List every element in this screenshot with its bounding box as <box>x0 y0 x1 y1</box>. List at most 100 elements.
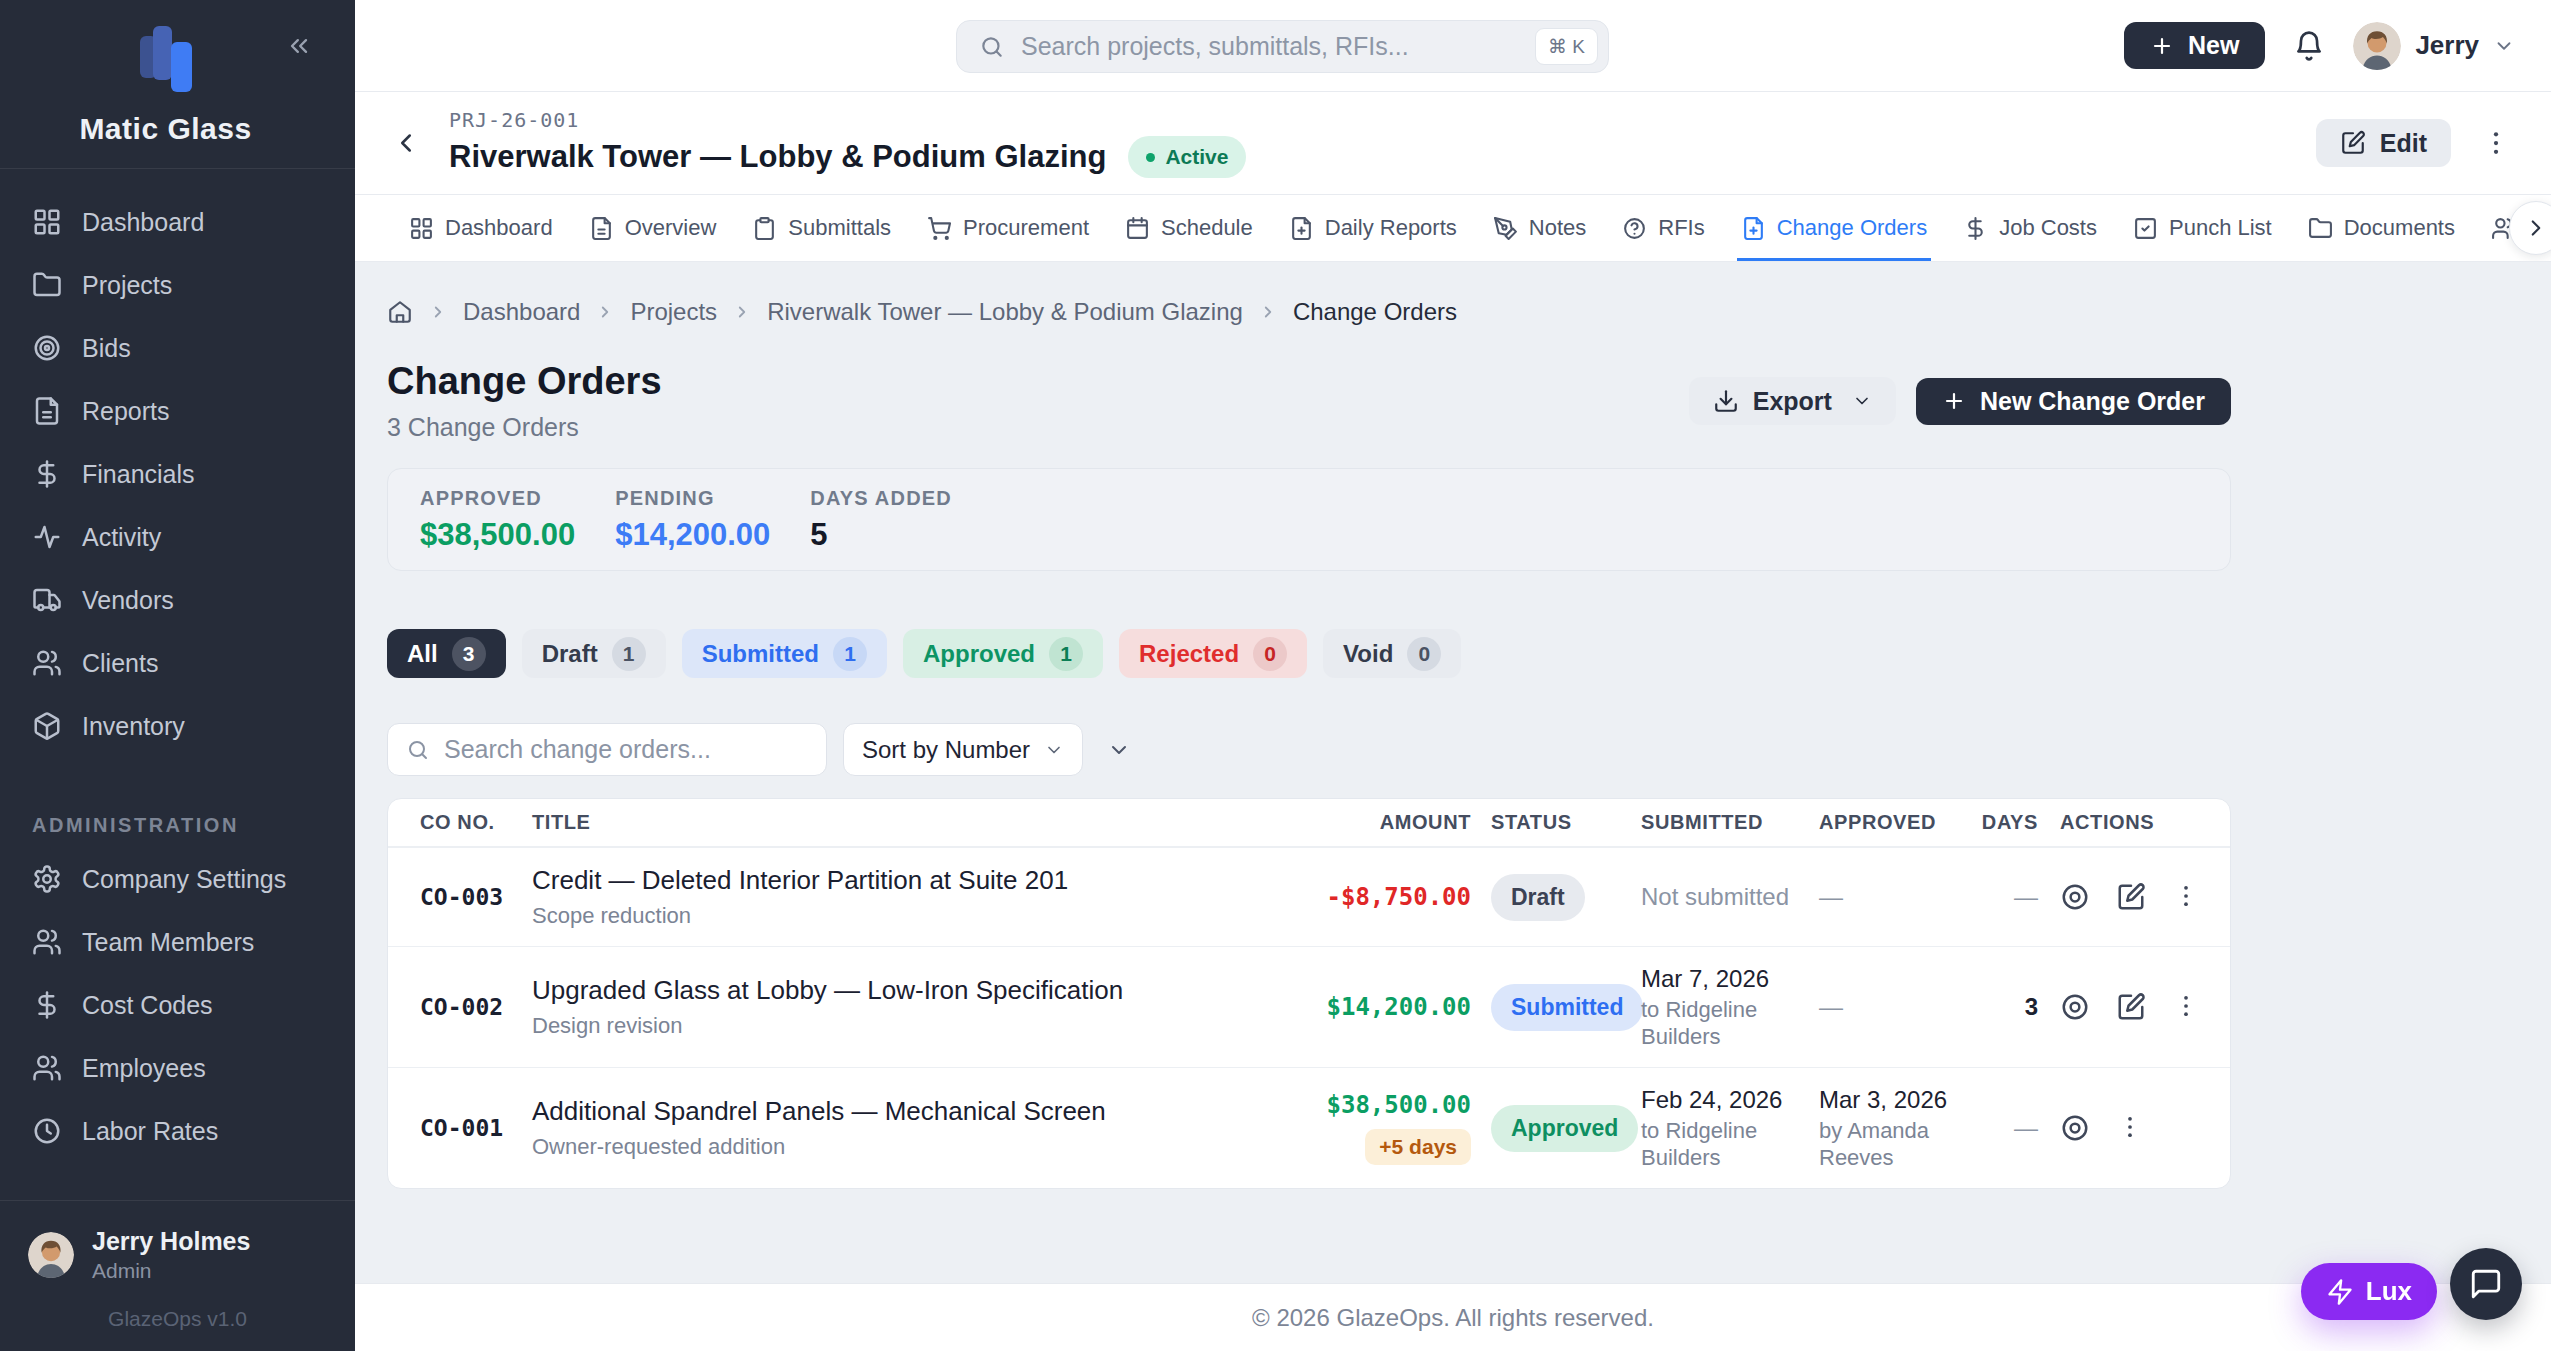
filter-draft[interactable]: Draft1 <box>522 629 666 678</box>
more-options-icon[interactable] <box>2172 882 2200 912</box>
change-order-search-input[interactable] <box>444 735 808 764</box>
sidebar-item-activity[interactable]: Activity <box>16 510 339 564</box>
sidebar-user-card[interactable]: Jerry Holmes Admin <box>0 1200 355 1291</box>
more-options-icon[interactable] <box>2116 1113 2144 1143</box>
tab-job-costs[interactable]: Job Costs <box>1963 195 2097 261</box>
breadcrumb-projects[interactable]: Projects <box>630 298 717 326</box>
filter-rejected[interactable]: Rejected0 <box>1119 629 1307 678</box>
sidebar-item-bids[interactable]: Bids <box>16 321 339 375</box>
notifications-bell-icon[interactable] <box>2293 30 2325 62</box>
tab-punch-list[interactable]: Punch List <box>2133 195 2272 261</box>
more-options-icon[interactable] <box>2172 992 2200 1022</box>
user-menu[interactable]: Jerry <box>2353 22 2515 70</box>
search-icon <box>979 34 1005 60</box>
table-row[interactable]: CO-003 Credit — Deleted Interior Partiti… <box>388 847 2230 946</box>
row-subtitle: Design revision <box>532 1013 1271 1039</box>
back-button[interactable] <box>391 128 421 158</box>
view-icon[interactable] <box>2060 992 2090 1022</box>
sidebar-item-label: Clients <box>82 649 158 678</box>
sidebar-item-dashboard[interactable]: Dashboard <box>16 195 339 249</box>
sidebar-item-labor-rates[interactable]: Labor Rates <box>16 1104 339 1158</box>
tab-schedule[interactable]: Schedule <box>1125 195 1253 261</box>
table-row[interactable]: CO-001 Additional Spandrel Panels — Mech… <box>388 1067 2230 1188</box>
sidebar-item-company-settings[interactable]: Company Settings <box>16 852 339 906</box>
view-icon[interactable] <box>2060 1113 2090 1143</box>
sidebar-item-projects[interactable]: Projects <box>16 258 339 312</box>
export-button[interactable]: Export <box>1689 377 1896 425</box>
sidebar-item-label: Dashboard <box>82 208 204 237</box>
filter-submitted[interactable]: Submitted1 <box>682 629 887 678</box>
gear-icon <box>32 864 62 894</box>
lightning-icon <box>2326 1278 2354 1306</box>
project-title: Riverwalk Tower — Lobby & Podium Glazing <box>449 139 1106 175</box>
table-header: CO NO. TITLE AMOUNT STATUS SUBMITTED APP… <box>388 799 2230 847</box>
filter-approved[interactable]: Approved1 <box>903 629 1103 678</box>
tab-submittals[interactable]: Submittals <box>752 195 891 261</box>
col-days: DAYS <box>1976 811 2046 834</box>
tab-daily-reports[interactable]: Daily Reports <box>1289 195 1457 261</box>
edit-icon[interactable] <box>2116 992 2146 1022</box>
sidebar-item-team-members[interactable]: Team Members <box>16 915 339 969</box>
filter-all[interactable]: All3 <box>387 629 506 678</box>
breadcrumb-project[interactable]: Riverwalk Tower — Lobby & Podium Glazing <box>767 298 1243 326</box>
sort-select[interactable]: Sort by Number <box>843 723 1083 776</box>
file-plus-icon <box>1741 216 1766 241</box>
project-tabs: Dashboard Overview Submittals Procuremen… <box>355 195 2551 262</box>
tab-procurement[interactable]: Procurement <box>927 195 1089 261</box>
brand-name: Matic Glass <box>0 112 331 146</box>
sidebar-item-vendors[interactable]: Vendors <box>16 573 339 627</box>
view-icon[interactable] <box>2060 882 2090 912</box>
table-row[interactable]: CO-002 Upgraded Glass at Lobby — Low-Iro… <box>388 946 2230 1067</box>
new-change-order-button[interactable]: New Change Order <box>1916 378 2231 425</box>
days-added-badge: +5 days <box>1365 1129 1471 1165</box>
tab-notes[interactable]: Notes <box>1493 195 1586 261</box>
sidebar-item-reports[interactable]: Reports <box>16 384 339 438</box>
sidebar-collapse-icon[interactable] <box>285 32 313 60</box>
breadcrumb-dashboard[interactable]: Dashboard <box>463 298 580 326</box>
sidebar-item-label: Reports <box>82 397 170 426</box>
lux-assistant-button[interactable]: Lux <box>2301 1263 2437 1320</box>
sidebar-user-name: Jerry Holmes <box>92 1227 250 1256</box>
sidebar-item-label: Projects <box>82 271 172 300</box>
filter-void[interactable]: Void0 <box>1323 629 1461 678</box>
summary-approved: APPROVED $38,500.00 <box>420 487 575 553</box>
home-icon[interactable] <box>387 299 413 325</box>
sidebar-item-employees[interactable]: Employees <box>16 1041 339 1095</box>
tab-change-orders[interactable]: Change Orders <box>1741 195 1927 261</box>
sidebar-item-cost-codes[interactable]: Cost Codes <box>16 978 339 1032</box>
file-text-icon <box>589 216 614 241</box>
chevron-down-icon <box>2493 35 2515 57</box>
tab-documents[interactable]: Documents <box>2308 195 2455 261</box>
file-plus-icon <box>1289 216 1314 241</box>
sidebar-item-label: Team Members <box>82 928 254 957</box>
filter-count: 1 <box>833 637 867 671</box>
collapse-filters-icon[interactable] <box>1107 738 1131 762</box>
sidebar-item-label: Labor Rates <box>82 1117 218 1146</box>
status-dot <box>1146 153 1155 162</box>
edit-button[interactable]: Edit <box>2316 119 2451 167</box>
tab-dashboard[interactable]: Dashboard <box>409 195 553 261</box>
sidebar-item-clients[interactable]: Clients <box>16 636 339 690</box>
sidebar-section-administration: ADMINISTRATION <box>32 814 323 837</box>
new-button[interactable]: New <box>2124 22 2265 69</box>
main-area: ⌘ K New Jerry PR <box>355 0 2551 1351</box>
global-search-input[interactable] <box>1021 32 1519 61</box>
chevron-right-icon <box>596 303 614 321</box>
filter-count: 0 <box>1407 637 1441 671</box>
chevron-right-icon <box>733 303 751 321</box>
tab-overview[interactable]: Overview <box>589 195 717 261</box>
change-order-search[interactable] <box>387 723 827 776</box>
more-options-icon[interactable] <box>2481 128 2511 158</box>
sidebar-item-inventory[interactable]: Inventory <box>16 699 339 753</box>
activity-icon <box>32 522 62 552</box>
chat-button[interactable] <box>2450 1248 2522 1320</box>
edit-icon[interactable] <box>2116 882 2146 912</box>
dollar-icon <box>1963 216 1988 241</box>
target-icon <box>32 333 62 363</box>
row-title: Upgraded Glass at Lobby — Low-Iron Speci… <box>532 975 1271 1005</box>
global-search[interactable]: ⌘ K <box>956 20 1609 73</box>
sidebar-item-financials[interactable]: Financials <box>16 447 339 501</box>
col-submitted: SUBMITTED <box>1621 811 1801 834</box>
breadcrumb-current: Change Orders <box>1293 298 1457 326</box>
tab-rfis[interactable]: RFIs <box>1622 195 1704 261</box>
